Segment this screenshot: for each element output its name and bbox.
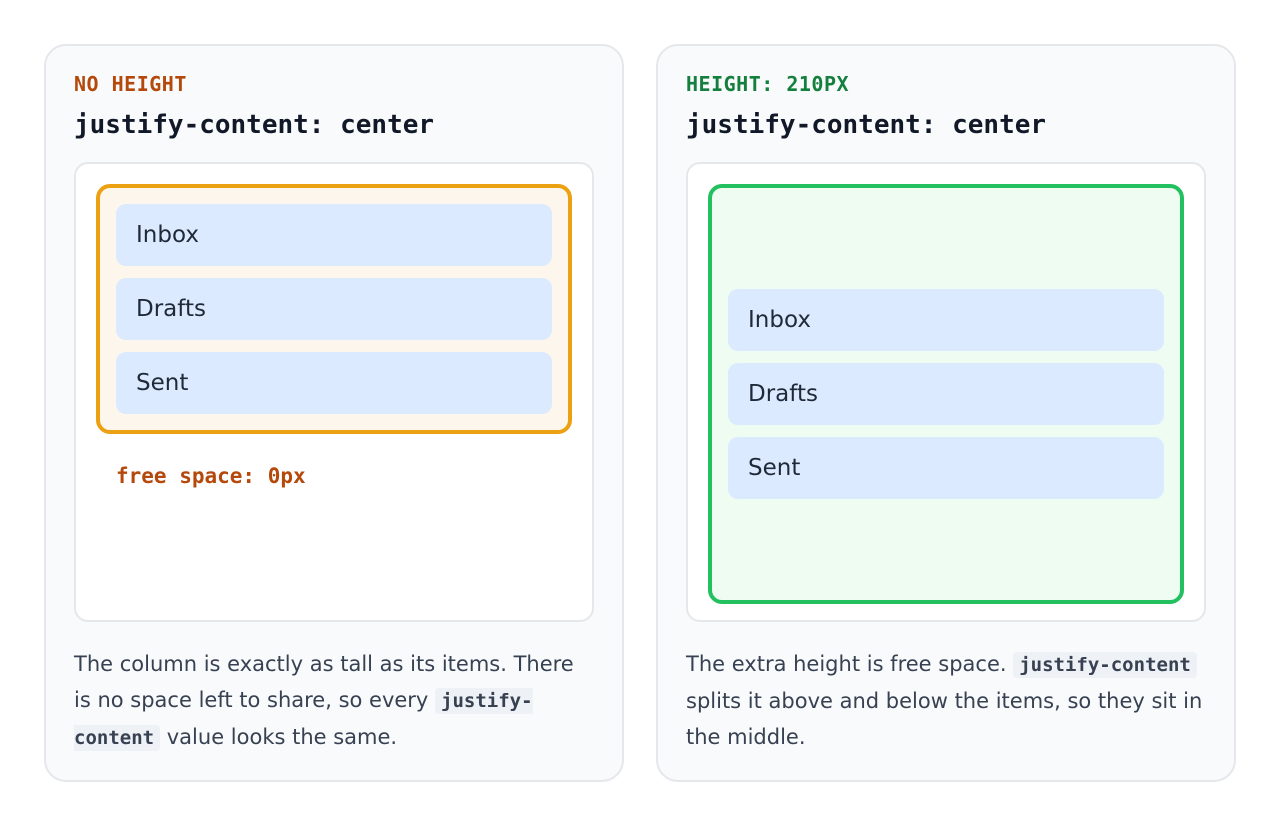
panel-title: justify-content: center <box>686 110 1047 140</box>
free-space-label: free space: 0px <box>116 464 306 488</box>
caption-text: The extra height is free space. <box>686 652 1014 676</box>
demo-stage: Inbox Drafts Sent free space: 0px <box>74 162 594 622</box>
caption-text: value looks the same. <box>160 725 398 749</box>
inline-code: justify-content <box>1013 652 1197 678</box>
list-item: Inbox <box>728 289 1164 351</box>
panel-tag: HEIGHT: 210PX <box>686 72 850 96</box>
caption-text: splits it above and below the items, so … <box>686 689 1203 749</box>
panel-fixed-height: HEIGHT: 210PX justify-content: center In… <box>656 44 1236 782</box>
demo-stage: Inbox Drafts Sent <box>686 162 1206 622</box>
flex-column: Inbox Drafts Sent <box>96 184 572 434</box>
list-item: Drafts <box>728 363 1164 425</box>
panel-tag: NO HEIGHT <box>74 72 187 96</box>
panel-caption: The column is exactly as tall as its ite… <box>74 646 594 756</box>
panel-caption: The extra height is free space. justify-… <box>686 646 1206 755</box>
list-item: Inbox <box>116 204 552 266</box>
panel-no-height: NO HEIGHT justify-content: center Inbox … <box>44 44 624 782</box>
list-item: Sent <box>116 352 552 414</box>
panel-title: justify-content: center <box>74 110 435 140</box>
list-item: Drafts <box>116 278 552 340</box>
list-item: Sent <box>728 437 1164 499</box>
flex-column: Inbox Drafts Sent <box>708 184 1184 604</box>
